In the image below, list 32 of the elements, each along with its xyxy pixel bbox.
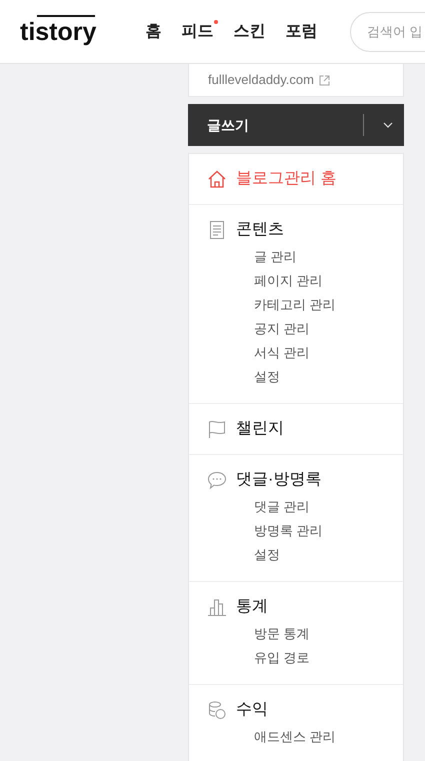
chevron-down-icon bbox=[383, 122, 393, 128]
menu-section-link[interactable]: 댓글·방명록 bbox=[236, 469, 322, 491]
menu-item-link[interactable]: 설정 bbox=[254, 365, 280, 389]
nav-link[interactable]: 포럼 bbox=[285, 20, 318, 44]
menu-item-link[interactable]: 카테고리 관리 bbox=[254, 293, 336, 317]
logo[interactable]: tistory bbox=[20, 14, 100, 48]
menu-item-link[interactable]: 댓글 관리 bbox=[254, 495, 310, 519]
menu-item-link[interactable]: 유입 경로 bbox=[254, 646, 310, 670]
menu-item-link[interactable]: 페이지 관리 bbox=[254, 269, 323, 293]
nav-link[interactable]: 피드 bbox=[181, 20, 214, 44]
bar-chart-icon bbox=[207, 597, 227, 617]
nav-link[interactable]: 홈 bbox=[145, 20, 162, 44]
search-field[interactable]: 검색어 입 bbox=[350, 12, 425, 52]
menu-section-link[interactable]: 챌린지 bbox=[236, 418, 284, 440]
menu-item-link[interactable]: 공지 관리 bbox=[254, 317, 310, 341]
flag-icon bbox=[207, 419, 227, 439]
external-link-icon[interactable] bbox=[318, 74, 330, 86]
menu-item-link[interactable]: 방명록 관리 bbox=[254, 519, 323, 543]
menu-section-link[interactable]: 블로그관리 홈 bbox=[236, 168, 336, 190]
menu-section-link[interactable]: 콘텐츠 bbox=[236, 219, 284, 241]
speech-bubble-icon bbox=[207, 470, 227, 490]
menu-item-link[interactable]: 서식 관리 bbox=[254, 341, 310, 365]
menu-section-link[interactable]: 통계 bbox=[236, 596, 268, 618]
menu-section-link[interactable]: 수익 bbox=[236, 699, 268, 721]
document-icon bbox=[207, 220, 227, 240]
menu-item-link[interactable]: 설정 bbox=[254, 543, 280, 567]
menu-item-link[interactable]: 방문 통계 bbox=[254, 622, 310, 646]
coins-icon bbox=[207, 700, 227, 720]
menu-item-link[interactable]: 글 관리 bbox=[254, 245, 297, 269]
menu-item-link[interactable]: 애드센스 관리 bbox=[254, 725, 336, 749]
home-icon bbox=[207, 169, 227, 189]
nav-link[interactable]: 스킨 bbox=[233, 20, 266, 44]
